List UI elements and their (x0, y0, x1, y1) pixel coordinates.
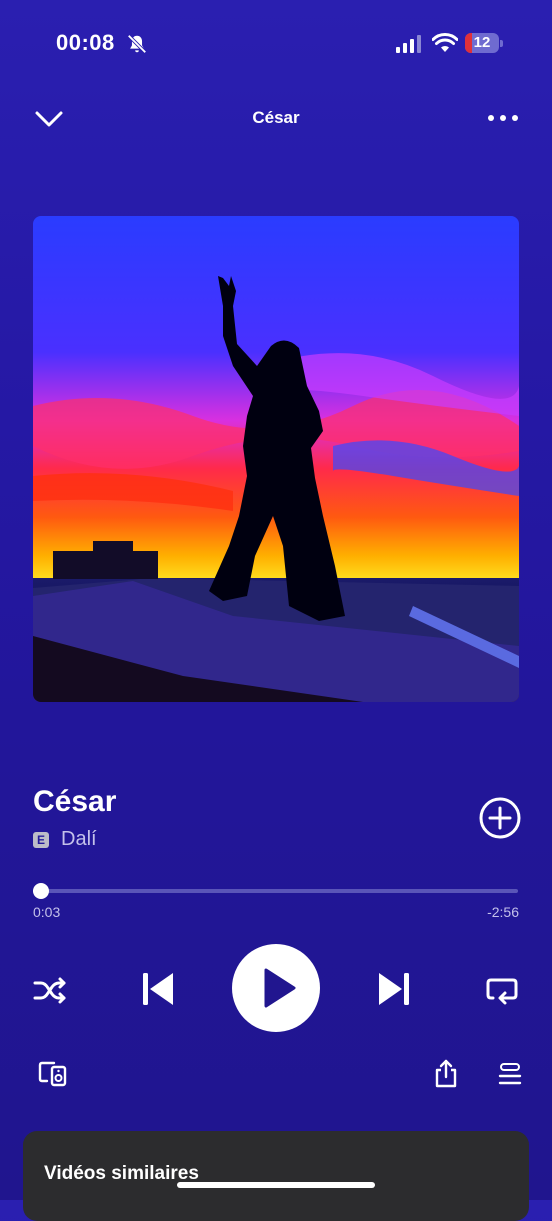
play-button[interactable] (232, 944, 320, 1032)
header-title: César (252, 108, 300, 127)
similar-videos-card[interactable]: Vidéos similaires (23, 1131, 529, 1221)
battery-indicator: 12 (465, 33, 505, 55)
time-elapsed: 0:03 (33, 904, 61, 920)
more-options-icon[interactable] (486, 110, 520, 126)
share-icon[interactable] (433, 1059, 459, 1089)
battery-level: 12 (473, 34, 491, 51)
progress-bar[interactable] (33, 883, 518, 899)
repeat-icon[interactable] (485, 974, 519, 1006)
album-cover (33, 216, 519, 702)
wifi-icon (432, 33, 458, 52)
progress-thumb[interactable] (33, 883, 50, 899)
next-track-icon[interactable] (376, 970, 412, 1008)
track-title: César (33, 785, 117, 818)
add-to-library-icon[interactable] (478, 796, 522, 840)
similar-videos-title: Vidéos similaires (44, 1163, 199, 1184)
shuffle-icon[interactable] (33, 975, 67, 1005)
artist-name[interactable]: Dalí (61, 828, 97, 851)
signal-icon (396, 35, 421, 53)
status-bar: 00:08 12 (0, 0, 552, 88)
bell-muted-icon (127, 34, 147, 54)
battery-tip (500, 40, 503, 47)
time-remaining: -2:56 (487, 904, 519, 920)
explicit-badge: E (33, 832, 49, 848)
previous-track-icon[interactable] (140, 970, 176, 1008)
play-icon (264, 968, 296, 1008)
status-time: 00:08 (56, 30, 115, 55)
queue-icon[interactable] (498, 1062, 522, 1086)
album-cover-art (33, 216, 519, 702)
home-indicator[interactable] (177, 1182, 375, 1188)
connect-devices-icon[interactable] (38, 1061, 68, 1087)
